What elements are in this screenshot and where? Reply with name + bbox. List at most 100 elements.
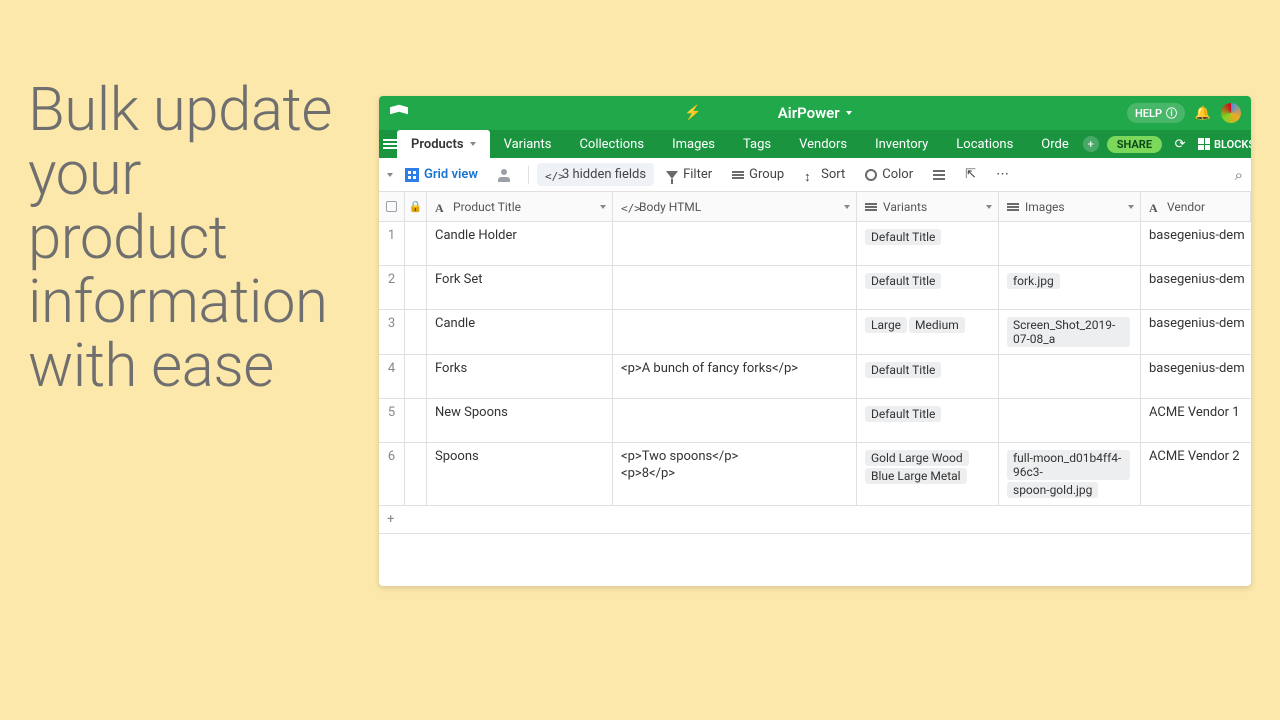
grid-view-button[interactable]: Grid view bbox=[397, 163, 486, 186]
cell-vendor[interactable]: basegenius-dem bbox=[1141, 310, 1251, 354]
hidden-fields-button[interactable]: 3 hidden fields bbox=[537, 163, 654, 186]
color-button[interactable]: Color bbox=[857, 163, 921, 186]
row-number[interactable]: 4 bbox=[379, 355, 405, 398]
app-logo-icon[interactable] bbox=[389, 103, 409, 123]
share-view-button[interactable]: ⇱ bbox=[957, 163, 984, 186]
row-expand[interactable] bbox=[405, 310, 427, 354]
add-table-icon[interactable]: + bbox=[1083, 136, 1099, 152]
cell-variants[interactable]: Default Title bbox=[857, 355, 999, 398]
cell-images[interactable] bbox=[999, 355, 1141, 398]
row-number[interactable]: 5 bbox=[379, 399, 405, 442]
image-chip[interactable]: full-moon_d01b4ff4-96c3- bbox=[1007, 450, 1130, 480]
table-row[interactable]: 4 Forks<p>A bunch of fancy forks</p> Defau… bbox=[379, 355, 1251, 399]
variant-chip[interactable]: Default Title bbox=[865, 229, 941, 245]
search-icon[interactable]: ⌕ bbox=[1235, 166, 1243, 184]
cell-vendor[interactable]: basegenius-dem bbox=[1141, 355, 1251, 398]
variant-chip[interactable]: Blue Large Metal bbox=[865, 468, 967, 484]
tab-orde[interactable]: Orde bbox=[1027, 130, 1082, 158]
cell-variants[interactable]: Gold Large Wood Blue Large Metal bbox=[857, 443, 999, 505]
table-row[interactable]: 2 Fork Set Default Title fork.jpg basegenius… bbox=[379, 266, 1251, 310]
filter-button[interactable]: Filter bbox=[658, 163, 720, 186]
tab-tags[interactable]: Tags bbox=[729, 130, 785, 158]
cell-images[interactable] bbox=[999, 399, 1141, 442]
history-icon[interactable]: ⟳ bbox=[1170, 134, 1190, 154]
variant-chip[interactable]: Large bbox=[865, 317, 907, 333]
column-header-body-html[interactable]: Body HTML bbox=[613, 192, 857, 221]
avatar[interactable] bbox=[1221, 103, 1241, 123]
sort-button[interactable]: Sort bbox=[796, 163, 853, 186]
cell-body[interactable] bbox=[613, 310, 857, 354]
table-row[interactable]: 5 New Spoons Default Title ACME Vendor 1 bbox=[379, 399, 1251, 443]
cell-vendor[interactable]: ACME Vendor 2 bbox=[1141, 443, 1251, 505]
row-expand[interactable] bbox=[405, 266, 427, 309]
row-number[interactable]: 2 bbox=[379, 266, 405, 309]
tab-products[interactable]: Products bbox=[397, 130, 490, 158]
cell-vendor[interactable]: basegenius-dem bbox=[1141, 222, 1251, 265]
variant-chip[interactable]: Default Title bbox=[865, 362, 941, 378]
data-grid[interactable]: 1 Candle Holder Default Title basegenius-de… bbox=[379, 222, 1251, 586]
cell-variants[interactable]: Default Title bbox=[857, 266, 999, 309]
views-menu-caret-icon[interactable] bbox=[387, 173, 393, 177]
cell-title[interactable]: Fork Set bbox=[427, 266, 613, 309]
notifications-bell-icon[interactable]: 🔔 bbox=[1193, 103, 1213, 123]
row-expand[interactable] bbox=[405, 222, 427, 265]
tab-collections[interactable]: Collections bbox=[565, 130, 658, 158]
cell-images[interactable]: full-moon_d01b4ff4-96c3- spoon-gold.jpg bbox=[999, 443, 1141, 505]
cell-variants[interactable]: LargeMedium bbox=[857, 310, 999, 354]
tab-inventory[interactable]: Inventory bbox=[861, 130, 942, 158]
column-header-vendor[interactable]: A Vendor bbox=[1141, 192, 1251, 221]
app-title[interactable]: AirPower bbox=[778, 104, 852, 122]
variant-chip[interactable]: Default Title bbox=[865, 406, 941, 422]
table-row[interactable]: 1 Candle Holder Default Title basegenius-de… bbox=[379, 222, 1251, 266]
tab-locations[interactable]: Locations bbox=[942, 130, 1027, 158]
cell-title[interactable]: New Spoons bbox=[427, 399, 613, 442]
column-header-images[interactable]: Images bbox=[999, 192, 1141, 221]
add-row-button[interactable]: + bbox=[379, 506, 1251, 534]
cell-body[interactable]: <p>A bunch of fancy forks</p> bbox=[613, 355, 857, 398]
cell-title[interactable]: Forks bbox=[427, 355, 613, 398]
cell-vendor[interactable]: ACME Vendor 1 bbox=[1141, 399, 1251, 442]
cell-body[interactable] bbox=[613, 266, 857, 309]
table-row[interactable]: 3 Candle LargeMedium Screen_Shot_2019-07-08… bbox=[379, 310, 1251, 355]
cell-variants[interactable]: Default Title bbox=[857, 399, 999, 442]
automation-bolt-icon[interactable]: ⚡ bbox=[684, 105, 701, 121]
cell-body[interactable] bbox=[613, 222, 857, 265]
cell-variants[interactable]: Default Title bbox=[857, 222, 999, 265]
more-button[interactable]: ⋯ bbox=[988, 163, 1017, 186]
row-height-button[interactable] bbox=[925, 166, 953, 184]
table-row[interactable]: 6Spoons<p>Two spoons</p><p>8</p>Gold Lar… bbox=[379, 443, 1251, 506]
help-button[interactable]: HELP ⓘ bbox=[1127, 103, 1185, 123]
cell-body[interactable]: <p>Two spoons</p><p>8</p> bbox=[613, 443, 857, 505]
cell-title[interactable]: Candle bbox=[427, 310, 613, 354]
cell-title[interactable]: Spoons bbox=[427, 443, 613, 505]
collaborators-button[interactable] bbox=[490, 164, 520, 186]
tab-images[interactable]: Images bbox=[658, 130, 729, 158]
cell-images[interactable] bbox=[999, 222, 1141, 265]
cell-images[interactable]: Screen_Shot_2019-07-08_a bbox=[999, 310, 1141, 354]
row-number[interactable]: 1 bbox=[379, 222, 405, 265]
row-number[interactable]: 6 bbox=[379, 443, 405, 505]
column-header-product-title[interactable]: A Product Title bbox=[427, 192, 613, 221]
cell-vendor[interactable]: basegenius-dem bbox=[1141, 266, 1251, 309]
row-expand[interactable] bbox=[405, 399, 427, 442]
tables-menu-icon[interactable] bbox=[383, 130, 397, 158]
tab-variants[interactable]: Variants bbox=[490, 130, 566, 158]
variant-chip[interactable]: Default Title bbox=[865, 273, 941, 289]
column-header-variants[interactable]: Variants bbox=[857, 192, 999, 221]
image-chip[interactable]: Screen_Shot_2019-07-08_a bbox=[1007, 317, 1130, 347]
variant-chip[interactable]: Gold Large Wood bbox=[865, 450, 969, 466]
cell-title[interactable]: Candle Holder bbox=[427, 222, 613, 265]
row-number[interactable]: 3 bbox=[379, 310, 405, 354]
row-expand[interactable] bbox=[405, 355, 427, 398]
image-chip[interactable]: fork.jpg bbox=[1007, 273, 1060, 289]
blocks-button[interactable]: BLOCKS bbox=[1198, 138, 1251, 151]
tab-vendors[interactable]: Vendors bbox=[785, 130, 861, 158]
group-button[interactable]: Group bbox=[724, 163, 792, 186]
share-button[interactable]: SHARE bbox=[1107, 136, 1162, 153]
cell-body[interactable] bbox=[613, 399, 857, 442]
image-chip[interactable]: spoon-gold.jpg bbox=[1007, 482, 1098, 498]
select-all-header[interactable] bbox=[379, 192, 405, 221]
variant-chip[interactable]: Medium bbox=[909, 317, 965, 333]
cell-images[interactable]: fork.jpg bbox=[999, 266, 1141, 309]
row-expand[interactable] bbox=[405, 443, 427, 505]
